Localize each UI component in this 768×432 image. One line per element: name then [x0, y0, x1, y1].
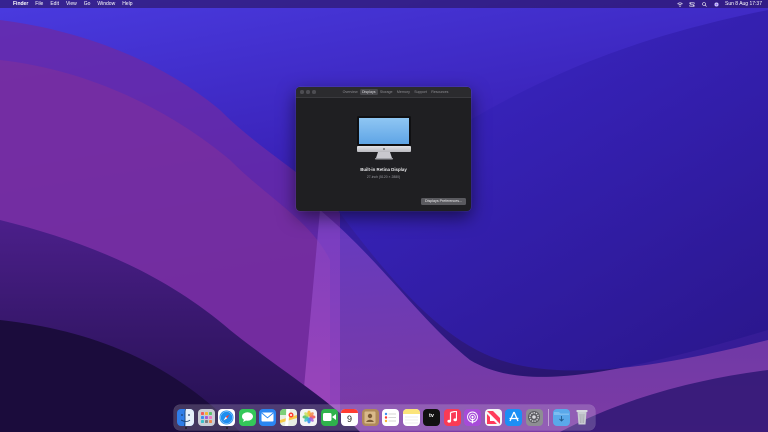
trash-icon[interactable]: [574, 409, 591, 426]
menu-edit[interactable]: Edit: [50, 0, 59, 8]
tab-support[interactable]: Support: [412, 89, 429, 95]
menu-bar: Finder File Edit View Go Window Help Sun…: [0, 0, 768, 8]
tv-label: tv: [429, 413, 434, 420]
news-icon[interactable]: [484, 408, 502, 426]
about-this-mac-window: Overview Displays Storage Memory Support…: [296, 87, 471, 211]
minimize-button[interactable]: [306, 90, 310, 94]
mail-icon[interactable]: [259, 408, 276, 426]
finder-icon[interactable]: [177, 408, 194, 426]
close-button[interactable]: [300, 90, 304, 94]
menu-window[interactable]: Window: [97, 0, 115, 8]
menu-help[interactable]: Help: [122, 0, 132, 8]
dock-separator: [548, 409, 549, 426]
menu-file[interactable]: File: [35, 0, 43, 8]
safari-icon[interactable]: [218, 408, 235, 426]
music-icon[interactable]: [443, 408, 461, 426]
control-center-icon[interactable]: [689, 1, 695, 7]
photos-icon[interactable]: [300, 408, 317, 426]
downloads-folder-icon[interactable]: [553, 408, 570, 426]
menu-app-name[interactable]: Finder: [13, 0, 28, 8]
system-preferences-icon[interactable]: [525, 408, 543, 426]
search-icon[interactable]: [701, 1, 707, 7]
tab-overview[interactable]: Overview: [340, 89, 359, 95]
displays-preferences-button[interactable]: Displays Preferences...: [421, 198, 466, 205]
finder-running-indicator: [184, 427, 187, 429]
podcasts-icon[interactable]: [464, 408, 481, 426]
contacts-icon[interactable]: [361, 408, 379, 426]
calendar-icon[interactable]: 9: [341, 408, 358, 426]
facetime-icon[interactable]: [320, 408, 338, 426]
safari-running-indicator: [225, 427, 228, 429]
display-name: Built-in Retina Display: [360, 167, 407, 172]
desktop-wallpaper: [0, 0, 768, 432]
reminders-icon[interactable]: [382, 408, 399, 426]
tv-icon[interactable]: tv: [423, 408, 440, 426]
maps-icon[interactable]: [279, 408, 297, 426]
calendar-day: 9: [346, 413, 352, 424]
menu-clock[interactable]: Sun 8 Aug 17:37: [725, 0, 762, 8]
dock: 9 tv: [174, 405, 595, 430]
menu-view[interactable]: View: [66, 0, 77, 8]
launchpad-icon[interactable]: [197, 408, 215, 426]
zoom-button[interactable]: [312, 90, 316, 94]
tab-memory[interactable]: Memory: [395, 89, 412, 95]
messages-icon[interactable]: [238, 408, 256, 426]
tab-resources[interactable]: Resources: [429, 89, 451, 95]
tab-displays[interactable]: Displays: [359, 89, 378, 95]
app-store-icon[interactable]: [505, 408, 522, 426]
wifi-icon[interactable]: [677, 1, 683, 7]
tab-storage[interactable]: Storage: [378, 89, 395, 95]
menu-go[interactable]: Go: [84, 0, 91, 8]
window-tabs: Overview Displays Storage Memory Support…: [324, 87, 467, 97]
display-resolution: 27-inch (5120 × 2880): [366, 175, 401, 179]
window-titlebar[interactable]: Overview Displays Storage Memory Support…: [296, 87, 471, 98]
notes-icon[interactable]: [402, 408, 420, 426]
siri-icon[interactable]: [713, 1, 719, 7]
imac-display-icon: [357, 115, 411, 166]
